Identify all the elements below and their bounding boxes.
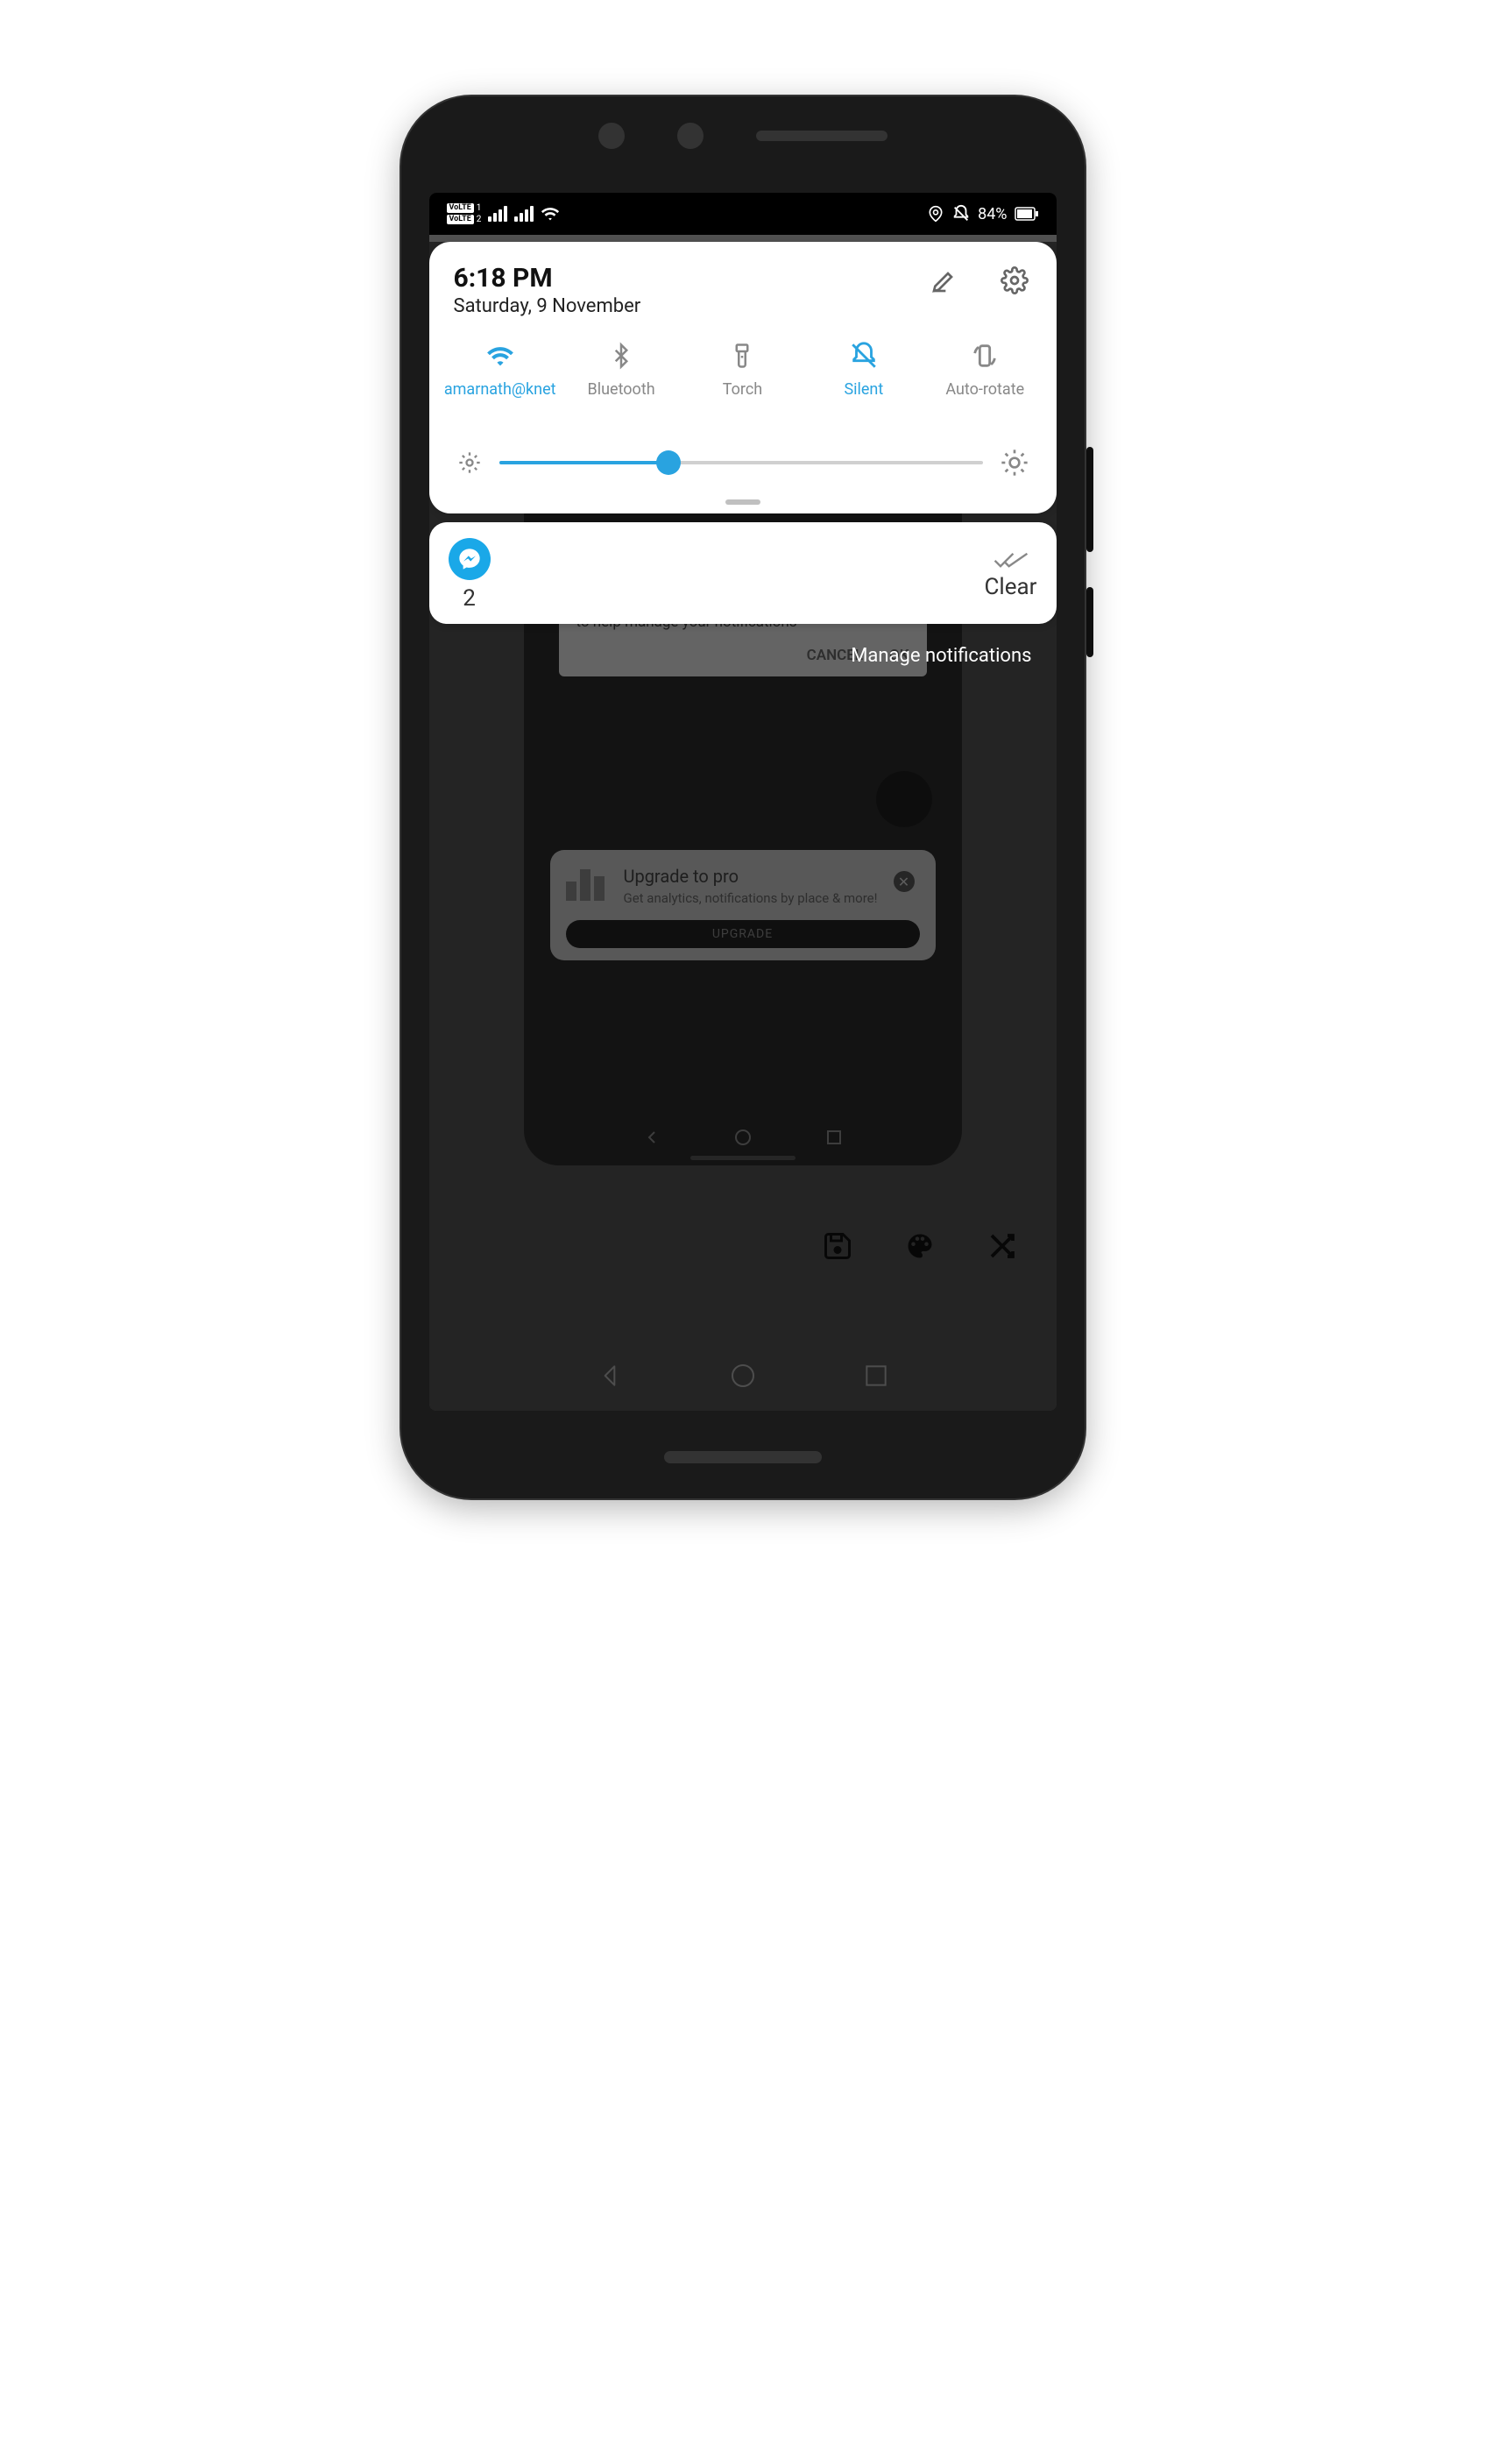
silent-label: Silent — [844, 380, 883, 419]
location-icon — [927, 205, 944, 223]
volte-2-icon: VoLTE — [447, 215, 474, 224]
notification-count: 2 — [463, 585, 476, 612]
dnd-status-icon — [951, 204, 971, 223]
notification-summary-card[interactable]: 2 Clear — [429, 522, 1057, 624]
autorotate-label: Auto-rotate — [945, 380, 1024, 419]
bottom-speaker — [664, 1451, 822, 1463]
torch-toggle[interactable]: Torch — [689, 340, 795, 419]
slider-thumb[interactable] — [656, 450, 681, 475]
clear-notifications-button[interactable]: Clear — [985, 549, 1037, 600]
silent-icon — [849, 340, 879, 372]
status-bar: VoLTE 1 VoLTE 2 84% — [429, 193, 1057, 235]
gear-icon — [1001, 266, 1029, 294]
volte-1-icon: VoLTE — [447, 203, 474, 213]
double-check-icon — [990, 549, 1032, 570]
battery-icon — [1015, 207, 1039, 221]
quick-settings-panel: 6:18 PM Saturday, 9 November — [429, 242, 1057, 513]
silent-toggle[interactable]: Silent — [811, 340, 916, 419]
wifi-label: amarnath@knet — [444, 380, 556, 419]
signal-1-icon — [488, 206, 507, 222]
screen: Please allow Notification Hub Notificati… — [429, 193, 1057, 1411]
signal-2-icon — [514, 206, 534, 222]
edit-tiles-button[interactable] — [927, 263, 962, 298]
pencil-icon — [930, 266, 958, 294]
phone-frame: Please allow Notification Hub Notificati… — [401, 96, 1085, 1498]
wifi-toggle[interactable]: amarnath@knet — [448, 340, 553, 419]
clear-label: Clear — [985, 574, 1037, 600]
bluetooth-toggle[interactable]: Bluetooth — [569, 340, 674, 419]
clock-date: Saturday, 9 November — [454, 295, 641, 317]
brightness-low-icon — [457, 450, 482, 475]
earpiece-speaker — [756, 131, 887, 141]
battery-percent: 84% — [978, 205, 1007, 223]
brightness-row — [440, 422, 1046, 494]
manage-notifications-link[interactable]: Manage notifications — [429, 624, 1057, 667]
torch-icon — [729, 340, 755, 372]
bluetooth-icon — [608, 340, 634, 372]
brightness-high-icon — [1001, 449, 1029, 477]
brightness-slider[interactable] — [499, 461, 983, 464]
wifi-icon — [485, 340, 515, 372]
autorotate-icon — [970, 340, 1000, 372]
wifi-status-icon — [541, 204, 560, 223]
clock-time: 6:18 PM — [454, 263, 641, 294]
torch-label: Torch — [723, 380, 762, 419]
expand-handle[interactable] — [725, 499, 760, 505]
messenger-icon — [449, 538, 491, 580]
camera-dot — [598, 123, 625, 149]
volume-button — [1086, 447, 1093, 552]
front-camera — [677, 123, 704, 149]
bluetooth-label: Bluetooth — [588, 380, 655, 419]
settings-button[interactable] — [997, 263, 1032, 298]
autorotate-toggle[interactable]: Auto-rotate — [932, 340, 1037, 419]
power-button — [1086, 587, 1093, 657]
